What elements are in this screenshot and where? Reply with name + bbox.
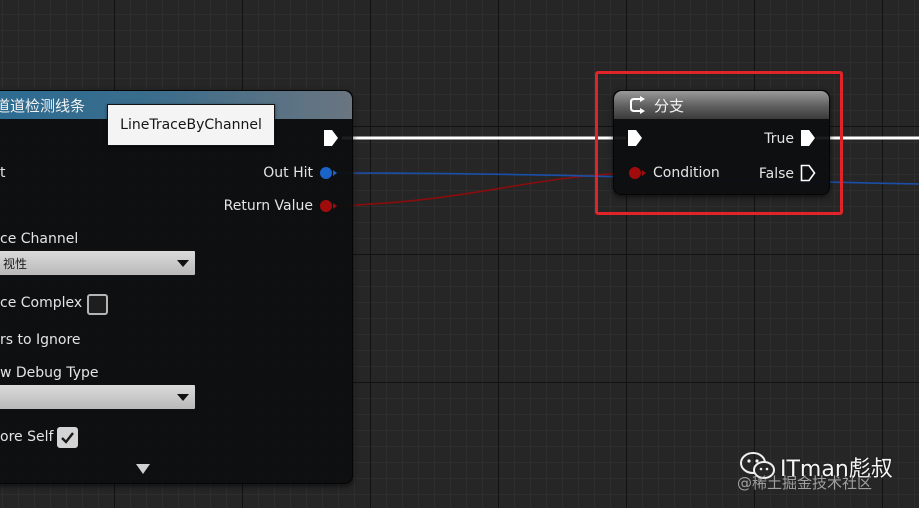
watermark-subtitle: @稀土掘金技术社区 bbox=[737, 474, 873, 492]
line-trace-node[interactable]: 道道检测线条 bbox=[0, 90, 353, 484]
expand-arrow-icon[interactable] bbox=[136, 464, 150, 474]
actors-to-ignore-label: rs to Ignore bbox=[0, 332, 81, 348]
out-hit-label: Out Hit bbox=[263, 165, 313, 181]
trace-channel-dropdown[interactable]: 视性 bbox=[0, 250, 196, 276]
ignore-self-checkbox[interactable] bbox=[57, 427, 78, 448]
ignore-self-label: ore Self bbox=[0, 429, 54, 445]
trace-channel-value: 视性 bbox=[3, 257, 28, 271]
node-title: 道道检测线条 bbox=[0, 97, 86, 115]
draw-debug-type-label: w Debug Type bbox=[0, 365, 99, 381]
trace-complex-checkbox[interactable] bbox=[87, 294, 108, 315]
chevron-down-icon bbox=[177, 260, 189, 267]
bool-wire[interactable] bbox=[335, 172, 629, 207]
bool-pin-icon[interactable] bbox=[318, 199, 340, 213]
partial-pin-label: t bbox=[0, 165, 6, 181]
red-highlight-box bbox=[595, 71, 843, 215]
struct-pin-icon[interactable] bbox=[318, 166, 340, 180]
exec-pin-icon[interactable] bbox=[323, 129, 339, 147]
trace-channel-label: ce Channel bbox=[0, 231, 79, 247]
trace-complex-label: ce Complex bbox=[0, 295, 83, 311]
draw-debug-type-dropdown[interactable] bbox=[0, 384, 196, 410]
chevron-down-icon bbox=[177, 394, 189, 401]
tooltip: LineTraceByChannel bbox=[107, 104, 275, 146]
checkmark-icon bbox=[61, 432, 74, 444]
return-value-label: Return Value bbox=[223, 198, 313, 214]
